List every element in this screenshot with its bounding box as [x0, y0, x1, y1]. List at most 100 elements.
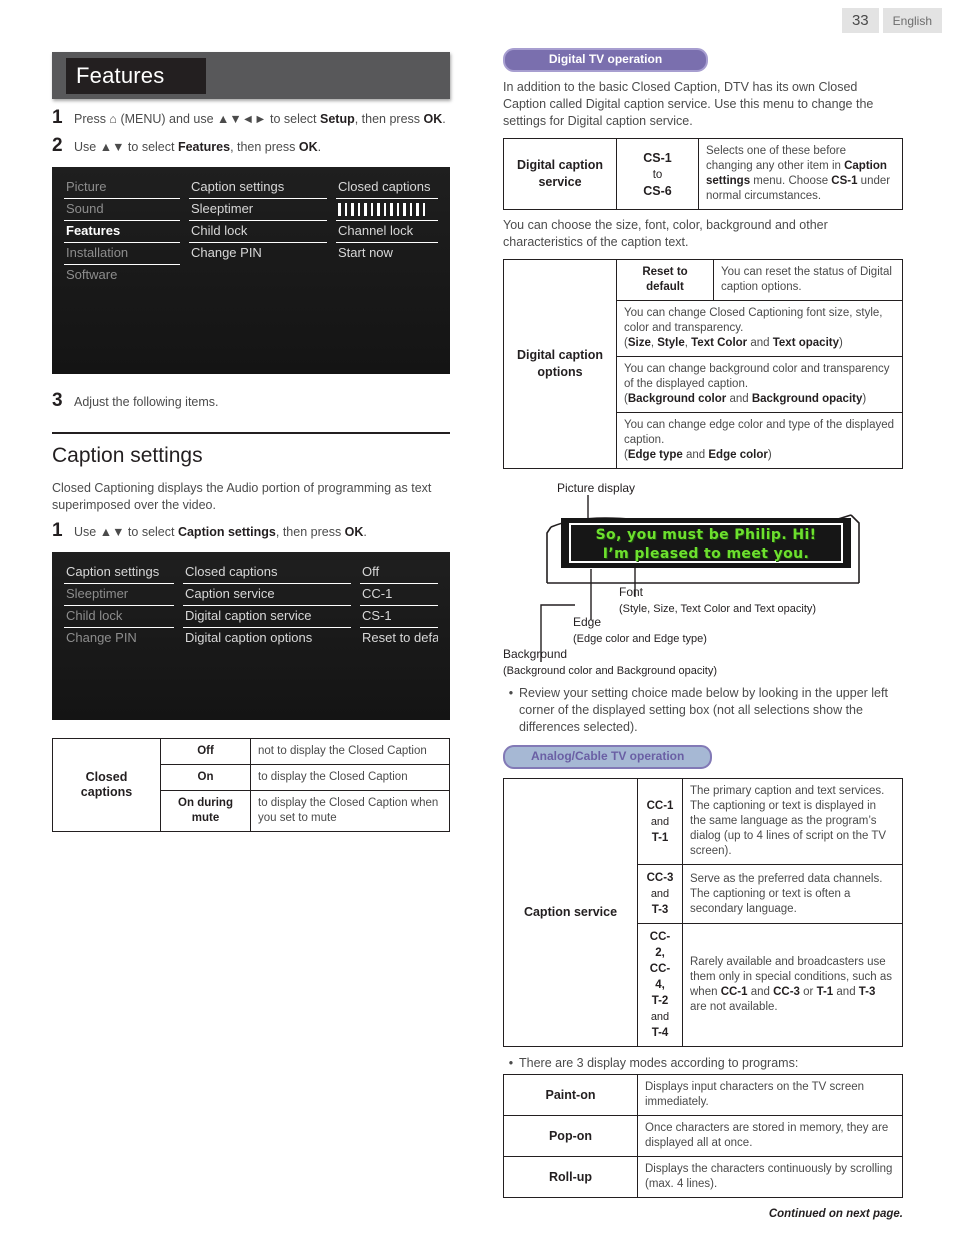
table-row: Roll-up Displays the characters continuo…	[503, 1156, 903, 1198]
osd-item-change-pin[interactable]: Change PIN	[189, 243, 327, 265]
section-step-1-text: Use ▲▼ to select Caption settings, then …	[74, 525, 367, 539]
cs2-code-a: CC-3	[646, 872, 674, 884]
label-edge-sub: (Edge color and Edge type)	[573, 633, 707, 645]
section-divider	[52, 432, 450, 434]
right-column: Digital TV operation In addition to the …	[503, 48, 903, 1220]
closed-captions-table: Closed captions Off not to display the C…	[52, 738, 450, 832]
caption-text-line-2: I’m pleased to meet you.	[602, 546, 810, 562]
osd-item-software[interactable]: Software	[64, 265, 180, 287]
features-title-band: Features	[52, 52, 450, 99]
table-row: Digital caption service CS-1 to CS-6 Sel…	[503, 138, 903, 210]
display-modes-bullet: • There are 3 display modes according to…	[503, 1055, 903, 1072]
page-language: English	[882, 8, 942, 33]
cs3-code-b: CC-4,	[649, 963, 671, 991]
page-header: 33 English	[841, 8, 942, 33]
caption-service-table: Caption service CC-1 and T-1 The primary…	[503, 778, 903, 1047]
badge-analog-cable-tv-operation: Analog/Cable TV operation	[503, 745, 713, 769]
osd-item-installation[interactable]: Installation	[64, 243, 180, 265]
mode-label-pop-on: Pop-on	[503, 1115, 638, 1157]
display-modes-bullet-text: There are 3 display modes according to p…	[519, 1056, 799, 1070]
osd2-value-caption-service[interactable]: CC-1	[360, 584, 438, 606]
bullet-dot-icon: •	[508, 686, 514, 700]
osd-item-start-now[interactable]: Start now	[336, 243, 438, 265]
cc-desc-on: to display the Closed Caption	[250, 764, 450, 791]
osd-grid-2: Caption settings Closed captions Off Sle…	[64, 562, 438, 650]
review-bullet-text: Review your setting choice made below by…	[519, 686, 888, 734]
dcs-label-line2: service	[538, 175, 582, 189]
osd2-value-closed-captions[interactable]: Off	[360, 562, 438, 584]
section-intro-text: Closed Captioning displays the Audio por…	[52, 481, 432, 512]
label-font: Font	[619, 585, 644, 599]
cs1-code-b: T-1	[651, 831, 669, 844]
osd-item-picture[interactable]: Picture	[64, 177, 180, 199]
osd-item-caption-settings[interactable]: Caption settings	[189, 177, 327, 199]
cs1-and: and	[650, 815, 670, 828]
osd2-item-closed-captions[interactable]: Closed captions	[183, 562, 351, 584]
digital-caption-options-label: Digital caption options	[503, 259, 617, 469]
osd-item-child-lock[interactable]: Child lock	[189, 221, 327, 243]
table-row: Closed captions Off not to display the C…	[52, 738, 450, 832]
osd2-item-sleeptimer[interactable]: Sleeptimer	[64, 584, 174, 606]
cs2-code-b: T-3	[651, 904, 669, 916]
osd2-item-caption-service[interactable]: Caption service	[183, 584, 351, 606]
caption-service-codes-3: CC-2, CC-4, T-2 and T-4	[637, 923, 683, 1047]
osd2-item-caption-settings[interactable]: Caption settings	[64, 562, 174, 584]
mode-desc-paint-on: Displays input characters on the TV scre…	[637, 1074, 903, 1116]
osd2-item-digital-caption-service[interactable]: Digital caption service	[183, 606, 351, 628]
badge-digital-tv-operation: Digital TV operation	[503, 48, 708, 72]
step-1-text: Press ⌂ (MENU) and use ▲▼◄► to select Se…	[74, 112, 446, 126]
osd-spacer-a	[189, 265, 327, 287]
left-column: Features 1 Press ⌂ (MENU) and use ▲▼◄► t…	[52, 52, 450, 832]
table-row: Pop-on Once characters are stored in mem…	[503, 1115, 903, 1157]
cs3-code-a: CC-2,	[649, 931, 671, 959]
caption-service-label: Caption service	[503, 778, 638, 1047]
osd-item-closed-captions[interactable]: Closed captions	[336, 177, 438, 199]
caption-service-desc-1: The primary caption and text services. T…	[682, 778, 903, 865]
label-font-sub: (Style, Size, Text Color and Text opacit…	[619, 603, 817, 615]
mode-label-paint-on: Paint-on	[503, 1074, 638, 1116]
osd2-item-digital-caption-options[interactable]: Digital caption options	[183, 628, 351, 650]
cs1-code-a: CC-1	[646, 799, 674, 812]
cc-value-off: Off	[160, 738, 251, 765]
osd-closed-captions-level-bars[interactable]	[336, 199, 438, 221]
display-modes-table: Paint-on Displays input characters on th…	[503, 1074, 903, 1198]
dco-reset-label: Reset to default	[616, 259, 714, 301]
osd-item-sleeptimer[interactable]: Sleeptimer	[189, 199, 327, 221]
caption-service-desc-2: Serve as the preferred data channels. Th…	[682, 864, 903, 924]
picture-display-diagram: So, you must be Philip. Hi! I’m pleased …	[503, 477, 903, 677]
osd2-value-digital-caption-service[interactable]: CS-1	[360, 606, 438, 628]
cs3-and: and	[650, 1011, 670, 1023]
label-background: Background	[503, 647, 568, 661]
bullet-dot-icon-2: •	[508, 1056, 514, 1070]
mode-label-roll-up: Roll-up	[503, 1156, 638, 1198]
table-row: Caption service CC-1 and T-1 The primary…	[503, 778, 903, 1047]
osd-spacer-b	[336, 265, 438, 287]
caption-service-codes-2: CC-3 and T-3	[637, 864, 683, 924]
dco-label-line1: Digital caption	[516, 348, 604, 362]
caption-text-line-1: So, you must be Philip. Hi!	[595, 527, 817, 543]
step-2-number: 2	[52, 135, 63, 156]
digital-intro-text: In addition to the basic Closed Caption,…	[503, 80, 874, 128]
page-title: Features	[66, 58, 206, 94]
dcs-label-line1: Digital caption	[516, 158, 604, 172]
dco-reset-desc: You can reset the status of Digital capt…	[713, 259, 903, 301]
cc-table-label: Closed captions	[52, 738, 161, 832]
osd-menu-caption-settings: Caption settings Closed captions Off Sle…	[52, 552, 450, 720]
step-1-number: 1	[52, 107, 63, 128]
osd-item-features[interactable]: Features	[64, 221, 180, 243]
cc-desc-on-during-mute: to display the Closed Caption when you s…	[250, 790, 450, 832]
label-picture-display: Picture display	[557, 481, 636, 495]
osd-item-channel-lock[interactable]: Channel lock	[336, 221, 438, 243]
mode-desc-roll-up: Displays the characters continuously by …	[637, 1156, 903, 1198]
step-3: 3 Adjust the following items.	[52, 390, 450, 412]
osd2-item-change-pin[interactable]: Change PIN	[64, 628, 174, 650]
cs2-and: and	[650, 888, 670, 900]
osd2-item-child-lock[interactable]: Child lock	[64, 606, 174, 628]
dcs-range-line2: to	[652, 168, 663, 181]
osd2-value-digital-caption-options[interactable]: Reset to default	[360, 628, 438, 650]
step-2-text: Use ▲▼ to select Features, then press OK…	[74, 140, 322, 154]
osd-item-sound[interactable]: Sound	[64, 199, 180, 221]
continued-note: Continued on next page.	[768, 1208, 903, 1220]
osd-menu-features: Picture Caption settings Closed captions…	[52, 167, 450, 374]
label-background-sub: (Background color and Background opacity…	[503, 665, 718, 677]
